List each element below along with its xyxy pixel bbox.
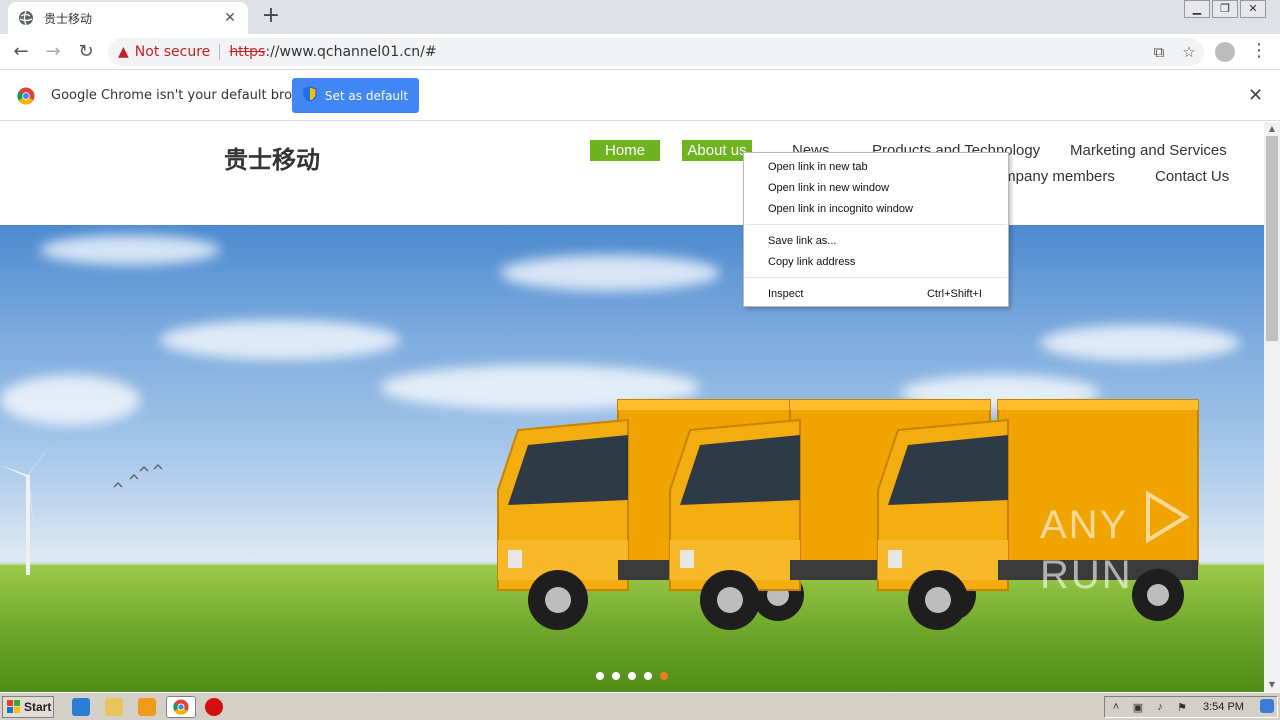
bookmark-star-icon[interactable]: ☆ — [1174, 43, 1204, 61]
ctx-copy-link-address[interactable]: Copy link address — [768, 252, 998, 272]
translate-icon[interactable]: ⧉ — [1144, 43, 1174, 61]
slider-dot[interactable] — [644, 672, 652, 680]
slider-dots — [596, 672, 668, 680]
volume-icon[interactable]: ♪ — [1149, 701, 1171, 713]
start-button[interactable]: Start — [2, 696, 54, 718]
internet-explorer-icon[interactable] — [72, 698, 90, 716]
chrome-taskbar-button[interactable] — [166, 696, 196, 718]
web-page: 贵士移动 Home About us News Products and Tec… — [0, 122, 1264, 692]
warning-triangle-icon[interactable]: ▲ — [118, 44, 129, 60]
opera-icon[interactable] — [205, 698, 223, 716]
chrome-logo-icon — [173, 699, 189, 715]
ctx-separator — [745, 277, 1007, 278]
cloud — [160, 320, 400, 360]
page-scrollbar[interactable]: ▲ ▼ — [1264, 122, 1280, 692]
cloud — [1040, 325, 1240, 361]
slider-dot-active[interactable] — [660, 672, 668, 680]
context-menu: Open link in new tab Open link in new wi… — [743, 152, 1009, 307]
window-controls: ▁ ❐ ✕ — [1182, 0, 1266, 18]
infobar-message: Google Chrome isn't your default browser — [51, 88, 323, 103]
slider-dot[interactable] — [612, 672, 620, 680]
nav-marketing-services[interactable]: Marketing and Services — [1070, 142, 1227, 159]
globe-icon — [18, 10, 34, 26]
ctx-item-label: Save link as... — [768, 235, 837, 247]
back-arrow-icon[interactable]: ← — [8, 39, 34, 65]
chrome-logo-icon — [17, 87, 35, 105]
close-window-icon[interactable]: ✕ — [1240, 0, 1266, 18]
show-desktop-icon[interactable] — [1260, 699, 1274, 713]
security-status[interactable]: Not secure — [135, 44, 211, 60]
profile-avatar-icon[interactable] — [1215, 42, 1235, 62]
browser-tab[interactable]: 贵士移动 ✕ — [8, 2, 248, 34]
address-separator — [219, 44, 221, 60]
url-scheme: https — [229, 44, 266, 60]
ctx-item-label: Open link in new tab — [768, 161, 868, 173]
media-player-icon[interactable] — [138, 698, 156, 716]
minimize-icon[interactable]: ▁ — [1184, 0, 1210, 18]
ctx-open-new-window[interactable]: Open link in new window — [768, 178, 998, 198]
nav-home[interactable]: Home — [590, 140, 660, 161]
windows-logo-icon — [7, 700, 20, 713]
scroll-up-arrow-icon[interactable]: ▲ — [1264, 122, 1280, 136]
birds-icon — [113, 463, 163, 488]
ctx-shortcut: Ctrl+Shift+I — [926, 288, 982, 300]
ctx-save-link-as[interactable]: Save link as... — [768, 231, 998, 251]
start-label: Start — [24, 700, 52, 714]
play-triangle-icon — [1146, 490, 1191, 544]
watermark-right: RUN — [1040, 553, 1133, 597]
site-logo[interactable]: 贵士移动 — [224, 140, 320, 175]
restore-icon[interactable]: ❐ — [1212, 0, 1238, 18]
address-bar[interactable]: ▲ Not secure https ://www.qchannel01.cn/… — [108, 38, 1204, 66]
url-text: ://www.qchannel01.cn/# — [265, 44, 437, 60]
cloud — [40, 235, 220, 265]
scroll-down-arrow-icon[interactable]: ▼ — [1264, 678, 1280, 692]
ctx-item-label: Inspect — [768, 288, 804, 300]
anyrun-watermark: ANY RUN — [1040, 490, 1280, 599]
system-tray: ˄ ▣ ♪ ⚑ 3:54 PM — [1104, 696, 1278, 718]
chrome-menu-icon[interactable]: ⋮ — [1250, 40, 1268, 61]
network-icon[interactable]: ▣ — [1127, 701, 1149, 714]
cloud — [500, 255, 720, 291]
cloud — [0, 375, 140, 425]
set-as-default-button[interactable]: Set as default — [292, 78, 419, 113]
watermark-left: ANY — [1040, 503, 1129, 547]
windows-taskbar: Start ˄ ▣ ♪ ⚑ 3:54 PM — [0, 692, 1280, 720]
browser-toolbar: ← → ↻ ▲ Not secure https ://www.qchannel… — [0, 34, 1280, 70]
ctx-item-label: Copy link address — [768, 256, 856, 268]
new-tab-button[interactable]: + — [258, 4, 284, 30]
tab-close-icon[interactable]: ✕ — [222, 10, 238, 26]
hero-banner — [0, 225, 1264, 692]
scrollbar-thumb[interactable] — [1266, 136, 1278, 341]
default-browser-infobar: Google Chrome isn't your default browser… — [0, 71, 1280, 121]
slider-dot[interactable] — [628, 672, 636, 680]
file-explorer-icon[interactable] — [105, 698, 123, 716]
slider-dot[interactable] — [596, 672, 604, 680]
forward-arrow-icon[interactable]: → — [40, 39, 66, 65]
flag-icon[interactable]: ⚑ — [1171, 701, 1193, 714]
ctx-separator — [745, 224, 1007, 225]
ctx-open-incognito[interactable]: Open link in incognito window — [768, 199, 998, 219]
tray-expand-icon[interactable]: ˄ — [1105, 701, 1127, 713]
tab-title: 贵士移动 — [44, 11, 93, 26]
shield-icon — [303, 86, 317, 105]
clock[interactable]: 3:54 PM — [1203, 701, 1244, 713]
nav-contact-us[interactable]: Contact Us — [1155, 168, 1229, 185]
reload-icon[interactable]: ↻ — [73, 39, 99, 65]
nav-about-us[interactable]: About us — [682, 140, 752, 161]
ctx-item-label: Open link in incognito window — [768, 203, 913, 215]
ctx-item-label: Open link in new window — [768, 182, 890, 194]
ctx-inspect[interactable]: Inspect Ctrl+Shift+I — [768, 284, 998, 304]
infobar-close-icon[interactable]: ✕ — [1248, 85, 1263, 106]
ctx-open-new-tab[interactable]: Open link in new tab — [768, 157, 998, 177]
set-as-default-label: Set as default — [324, 88, 409, 103]
wind-turbine-icon — [0, 437, 56, 575]
tab-bar: 贵士移动 ✕ + ▁ ❐ ✕ — [0, 0, 1280, 34]
